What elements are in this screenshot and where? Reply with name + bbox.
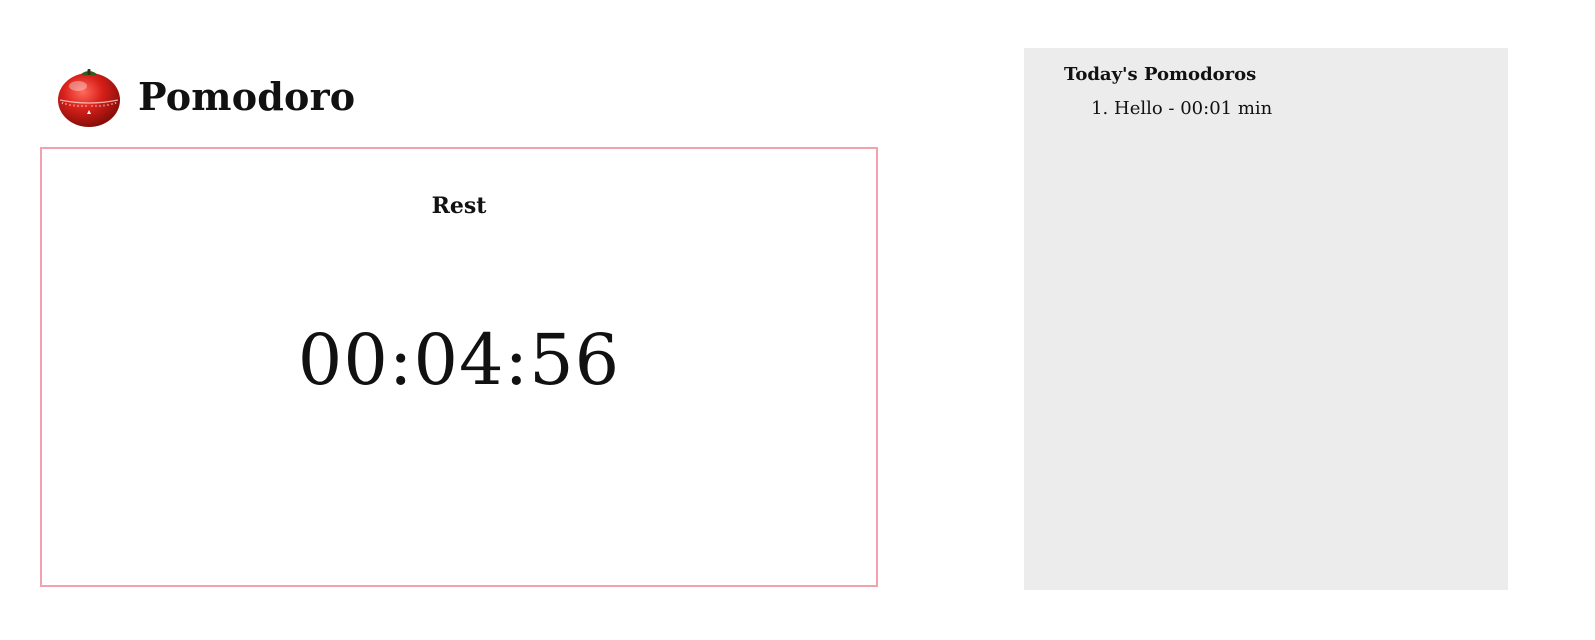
list-item: Hello - 00:01 min — [1114, 97, 1468, 120]
history-panel: Today's Pomodoros Hello - 00:01 min — [1024, 48, 1508, 590]
app-header: Pomodoro — [56, 66, 355, 128]
history-list: Hello - 00:01 min — [1064, 97, 1468, 120]
phase-label: Rest — [431, 193, 487, 219]
app-title: Pomodoro — [138, 74, 356, 119]
countdown-display: 00:04:56 — [297, 319, 621, 401]
timer-card: Rest 00:04:56 — [40, 147, 878, 587]
tomato-timer-icon — [56, 66, 122, 128]
history-title: Today's Pomodoros — [1064, 64, 1257, 85]
